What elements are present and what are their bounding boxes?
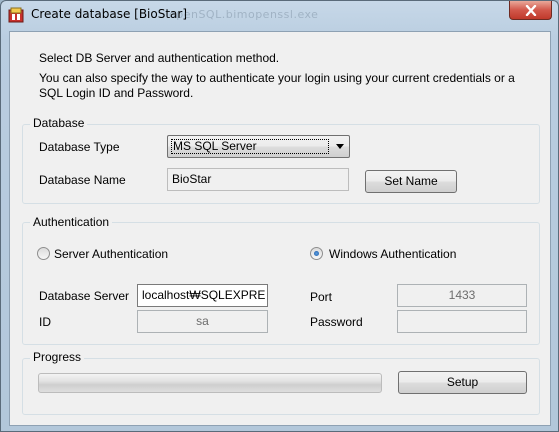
windows-authentication-radio[interactable] — [310, 247, 323, 260]
database-name-label: Database Name — [39, 173, 126, 187]
setup-button[interactable]: Setup — [398, 371, 527, 394]
set-name-button[interactable]: Set Name — [365, 170, 457, 193]
intro-line-3: SQL Login ID and Password. — [39, 86, 194, 100]
database-server-input[interactable]: localhost₩SQLEXPRE — [137, 284, 268, 307]
window-title: Create database [BioStar] — [31, 7, 188, 21]
id-label: ID — [39, 315, 51, 329]
chevron-down-icon[interactable] — [336, 144, 344, 149]
port-input[interactable]: 1433 — [397, 284, 527, 307]
intro-line-1: Select DB Server and authentication meth… — [39, 51, 280, 65]
title-bar[interactable]: Create database [BioStar] openSQL.bimope… — [1, 1, 558, 29]
intro-line-2: You can also specify the way to authenti… — [39, 71, 515, 85]
port-label: Port — [310, 290, 333, 304]
id-input[interactable]: sa — [137, 310, 268, 333]
windows-authentication-label[interactable]: Windows Authentication — [329, 247, 456, 261]
password-label: Password — [310, 315, 363, 329]
database-group-title: Database — [30, 116, 88, 130]
database-server-label: Database Server — [39, 289, 130, 303]
database-name-field[interactable]: BioStar — [167, 168, 349, 191]
database-type-select[interactable]: MS SQL Server — [167, 135, 350, 158]
database-type-label: Database Type — [39, 140, 120, 154]
close-button[interactable] — [509, 1, 552, 20]
background-window-title: openSQL.bimopenssl.exe — [169, 8, 319, 21]
progress-group-title: Progress — [30, 350, 85, 364]
app-icon — [8, 7, 24, 23]
server-authentication-radio[interactable] — [37, 247, 50, 260]
server-authentication-label[interactable]: Server Authentication — [54, 247, 168, 261]
authentication-group-title: Authentication — [30, 215, 113, 229]
database-type-value: MS SQL Server — [173, 139, 257, 153]
dialog-window: Create database [BioStar] openSQL.bimope… — [0, 0, 559, 432]
progress-bar — [38, 373, 382, 393]
dialog-client-area: Select DB Server and authentication meth… — [9, 31, 551, 426]
close-icon — [525, 4, 536, 16]
password-input[interactable] — [397, 310, 527, 333]
